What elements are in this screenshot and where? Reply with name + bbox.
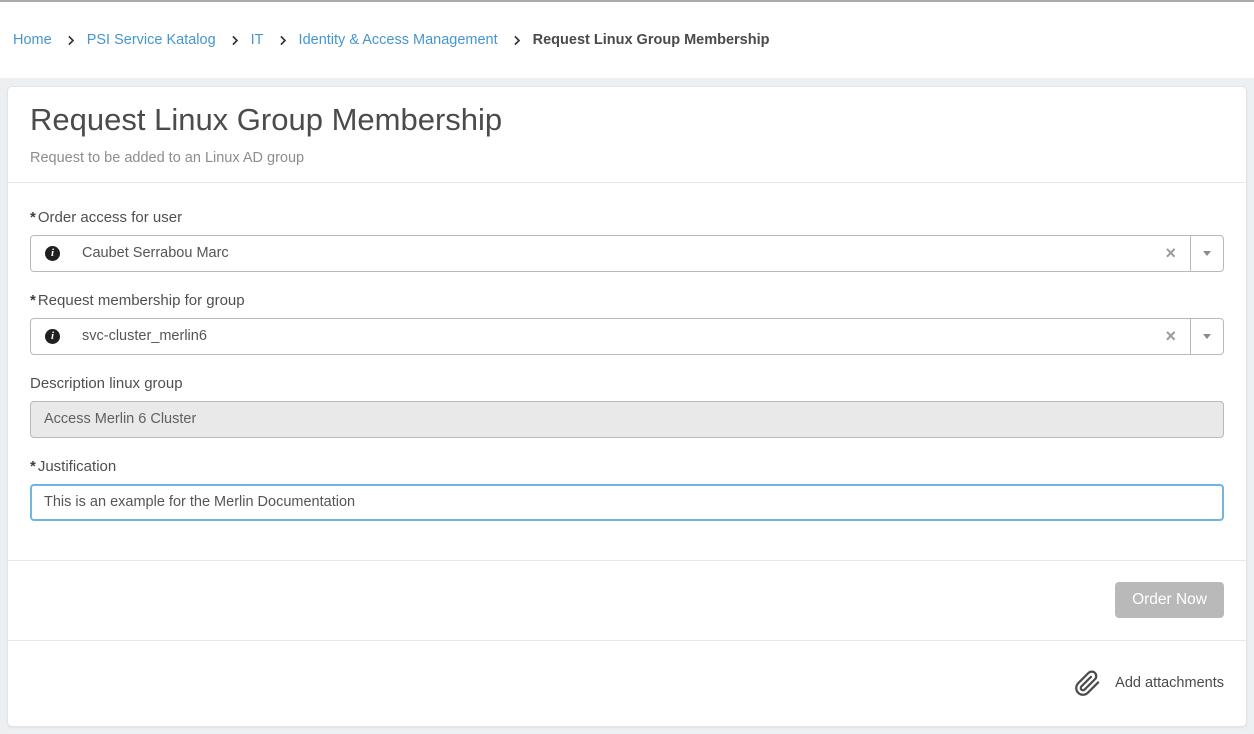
request-form: *Order access for user i Caubet Serrabou… — [8, 183, 1246, 560]
caret-down-icon — [1203, 251, 1211, 256]
breadcrumb: Home PSI Service Katalog IT Identity & A… — [0, 0, 1254, 78]
field-label-text: Order access for user — [38, 209, 182, 226]
selected-group-value: svc-cluster_merlin6 — [82, 328, 207, 344]
order-now-button[interactable]: Order Now — [1115, 582, 1224, 618]
group-reference-select[interactable]: i svc-cluster_merlin6 × — [30, 318, 1224, 355]
breadcrumb-home[interactable]: Home — [13, 32, 52, 48]
catalog-item-card: Request Linux Group Membership Request t… — [7, 86, 1247, 727]
dropdown-toggle[interactable] — [1190, 236, 1223, 271]
caret-down-icon — [1203, 334, 1211, 339]
chevron-right-icon — [512, 37, 519, 44]
dropdown-toggle[interactable] — [1190, 319, 1223, 354]
breadcrumb-identity-access-management[interactable]: Identity & Access Management — [299, 32, 498, 48]
breadcrumb-current-page: Request Linux Group Membership — [533, 32, 770, 48]
field-order-access-for-user: *Order access for user i Caubet Serrabou… — [30, 209, 1224, 272]
actions-row: Order Now — [8, 560, 1246, 640]
breadcrumb-psi-service-katalog[interactable]: PSI Service Katalog — [87, 32, 216, 48]
field-justification: *Justification — [30, 458, 1224, 521]
required-asterisk: * — [30, 458, 36, 475]
page-subtitle: Request to be added to an Linux AD group — [30, 150, 1224, 182]
card-header: Request Linux Group Membership Request t… — [8, 87, 1246, 183]
field-label-text: Justification — [38, 458, 116, 475]
info-icon[interactable]: i — [45, 246, 60, 261]
justification-input[interactable] — [30, 484, 1224, 521]
chevron-right-icon — [230, 37, 237, 44]
required-asterisk: * — [30, 209, 36, 226]
selected-user-value: Caubet Serrabou Marc — [82, 245, 229, 261]
description-readonly-input — [30, 401, 1224, 438]
clear-icon[interactable]: × — [1165, 327, 1176, 345]
info-icon[interactable]: i — [45, 329, 60, 344]
field-label: Description linux group — [30, 375, 1224, 392]
field-label-text: Request membership for group — [38, 292, 245, 309]
field-label: *Request membership for group — [30, 292, 1224, 309]
clear-icon[interactable]: × — [1165, 244, 1176, 262]
breadcrumb-it[interactable]: IT — [251, 32, 264, 48]
attachments-row: Add attachments — [8, 640, 1246, 726]
add-attachments-label[interactable]: Add attachments — [1115, 675, 1224, 691]
required-asterisk: * — [30, 292, 36, 309]
field-label: *Justification — [30, 458, 1224, 475]
field-label-text: Description linux group — [30, 375, 183, 392]
chevron-right-icon — [66, 37, 73, 44]
chevron-right-icon — [278, 37, 285, 44]
page-title: Request Linux Group Membership — [30, 101, 1224, 140]
field-description-linux-group: Description linux group — [30, 375, 1224, 438]
field-request-membership-for-group: *Request membership for group i svc-clus… — [30, 292, 1224, 355]
paperclip-icon[interactable] — [1074, 670, 1101, 697]
user-reference-select[interactable]: i Caubet Serrabou Marc × — [30, 235, 1224, 272]
field-label: *Order access for user — [30, 209, 1224, 226]
